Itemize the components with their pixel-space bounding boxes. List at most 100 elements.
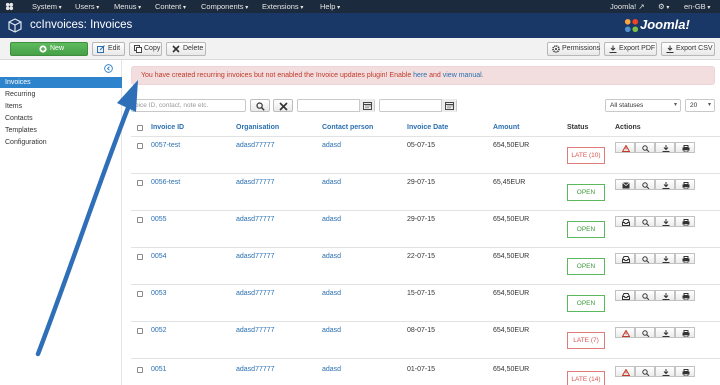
download-button[interactable] [655, 366, 675, 377]
contact-link[interactable]: adasd [322, 179, 341, 186]
settings-gear-icon[interactable]: ⚙ [658, 2, 669, 11]
page-limit-select[interactable]: 20 ▾ [685, 99, 715, 112]
view-button[interactable] [635, 253, 655, 264]
alert-link-manual[interactable]: view manual [443, 72, 482, 79]
site-link[interactable]: Joomla! ↗ [610, 2, 645, 11]
view-button[interactable] [635, 366, 655, 377]
download-button[interactable] [655, 216, 675, 227]
print-button[interactable] [675, 290, 695, 301]
column-header-contact[interactable]: Contact person [322, 124, 373, 131]
row-checkbox[interactable] [137, 217, 143, 223]
export-csv-label: Export CSV [676, 45, 713, 52]
menu-content[interactable]: Content [155, 2, 186, 11]
alert-link-here[interactable]: here [413, 72, 427, 79]
organisation-link[interactable]: adasd77777 [236, 327, 275, 334]
organisation-link[interactable]: adasd77777 [236, 290, 275, 297]
view-button[interactable] [635, 142, 655, 153]
reminder-button[interactable] [615, 142, 635, 153]
organisation-link[interactable]: adasd77777 [236, 366, 275, 373]
export-csv-button[interactable]: Export CSV [661, 42, 715, 56]
toolbar: New Edit Copy Delete Permissions Export … [0, 38, 720, 60]
invoice-id-link[interactable]: 0051 [151, 366, 167, 373]
mark-paid-button[interactable] [615, 290, 635, 301]
row-checkbox[interactable] [137, 328, 143, 334]
row-checkbox[interactable] [137, 291, 143, 297]
print-button[interactable] [675, 253, 695, 264]
sidebar-item-items[interactable]: Items [0, 101, 122, 112]
export-pdf-button[interactable]: Export PDF [604, 42, 657, 56]
row-checkbox[interactable] [137, 367, 143, 373]
sidebar-item-recurring[interactable]: Recurring [0, 89, 122, 100]
row-checkbox[interactable] [137, 143, 143, 149]
invoice-id-link[interactable]: 0053 [151, 290, 167, 297]
view-button[interactable] [635, 327, 655, 338]
permissions-button[interactable]: Permissions [547, 42, 600, 56]
contact-link[interactable]: adasd [322, 290, 341, 297]
sidebar-item-invoices[interactable]: Invoices [0, 77, 122, 88]
menu-menus[interactable]: Menus [114, 2, 141, 11]
print-button[interactable] [675, 216, 695, 227]
contact-link[interactable]: adasd [322, 327, 341, 334]
contact-link[interactable]: adasd [322, 142, 341, 149]
column-header-amount[interactable]: Amount [493, 124, 519, 131]
menu-system[interactable]: System [32, 2, 62, 11]
mark-paid-button[interactable] [615, 253, 635, 264]
language-selector[interactable]: en-GB [684, 2, 710, 11]
contact-link[interactable]: adasd [322, 253, 341, 260]
clear-filter-button[interactable] [273, 99, 293, 112]
contact-link[interactable]: adasd [322, 216, 341, 223]
print-button[interactable] [675, 366, 695, 377]
date-from-calendar-button[interactable] [359, 99, 374, 112]
menu-extensions[interactable]: Extensions [262, 2, 303, 11]
edit-button[interactable]: Edit [92, 42, 125, 56]
select-all-checkbox[interactable] [137, 125, 143, 131]
sidebar-item-templates[interactable]: Templates [0, 125, 122, 136]
mark-paid-button[interactable] [615, 216, 635, 227]
new-button[interactable]: New [10, 42, 88, 56]
print-button[interactable] [675, 179, 695, 190]
status-filter-select[interactable]: All statuses ▾ [605, 99, 681, 112]
joomla-logo-icon[interactable] [5, 2, 14, 11]
view-button[interactable] [635, 290, 655, 301]
menu-users[interactable]: Users [75, 2, 99, 11]
menu-components[interactable]: Components [201, 2, 248, 11]
reminder-button[interactable] [615, 327, 635, 338]
row-checkbox[interactable] [137, 254, 143, 260]
organisation-link[interactable]: adasd77777 [236, 216, 275, 223]
send-email-button[interactable] [615, 179, 635, 190]
download-button[interactable] [655, 327, 675, 338]
delete-button[interactable]: Delete [166, 42, 206, 56]
column-header-date[interactable]: Invoice Date [407, 124, 448, 131]
row-divider [131, 358, 720, 359]
download-button[interactable] [655, 253, 675, 264]
invoice-id-link[interactable]: 0052 [151, 327, 167, 334]
download-button[interactable] [655, 290, 675, 301]
view-button[interactable] [635, 179, 655, 190]
sidebar-item-configuration[interactable]: Configuration [0, 137, 122, 148]
download-button[interactable] [655, 179, 675, 190]
search-input[interactable]: oice ID, contact, note etc. [131, 99, 246, 112]
invoice-id-link[interactable]: 0054 [151, 253, 167, 260]
organisation-link[interactable]: adasd77777 [236, 179, 275, 186]
invoice-id-link[interactable]: 0057-test [151, 142, 180, 149]
organisation-link[interactable]: adasd77777 [236, 253, 275, 260]
download-button[interactable] [655, 142, 675, 153]
column-header-invoice-id[interactable]: Invoice ID [151, 124, 184, 131]
invoice-id-link[interactable]: 0056-test [151, 179, 180, 186]
row-checkbox[interactable] [137, 180, 143, 186]
contact-link[interactable]: adasd [322, 366, 341, 373]
top-navigation-bar: System Users Menus Content Components Ex… [0, 0, 720, 13]
print-button[interactable] [675, 327, 695, 338]
sidebar-item-contacts[interactable]: Contacts [0, 113, 122, 124]
view-button[interactable] [635, 216, 655, 227]
copy-button[interactable]: Copy [129, 42, 162, 56]
reminder-button[interactable] [615, 366, 635, 377]
column-header-organisation[interactable]: Organisation [236, 124, 279, 131]
organisation-link[interactable]: adasd77777 [236, 142, 275, 149]
print-button[interactable] [675, 142, 695, 153]
menu-help[interactable]: Help [320, 2, 340, 11]
invoice-id-link[interactable]: 0055 [151, 216, 167, 223]
collapse-sidebar-icon[interactable] [104, 64, 113, 73]
date-to-calendar-button[interactable] [441, 99, 456, 112]
search-button[interactable] [250, 99, 270, 112]
